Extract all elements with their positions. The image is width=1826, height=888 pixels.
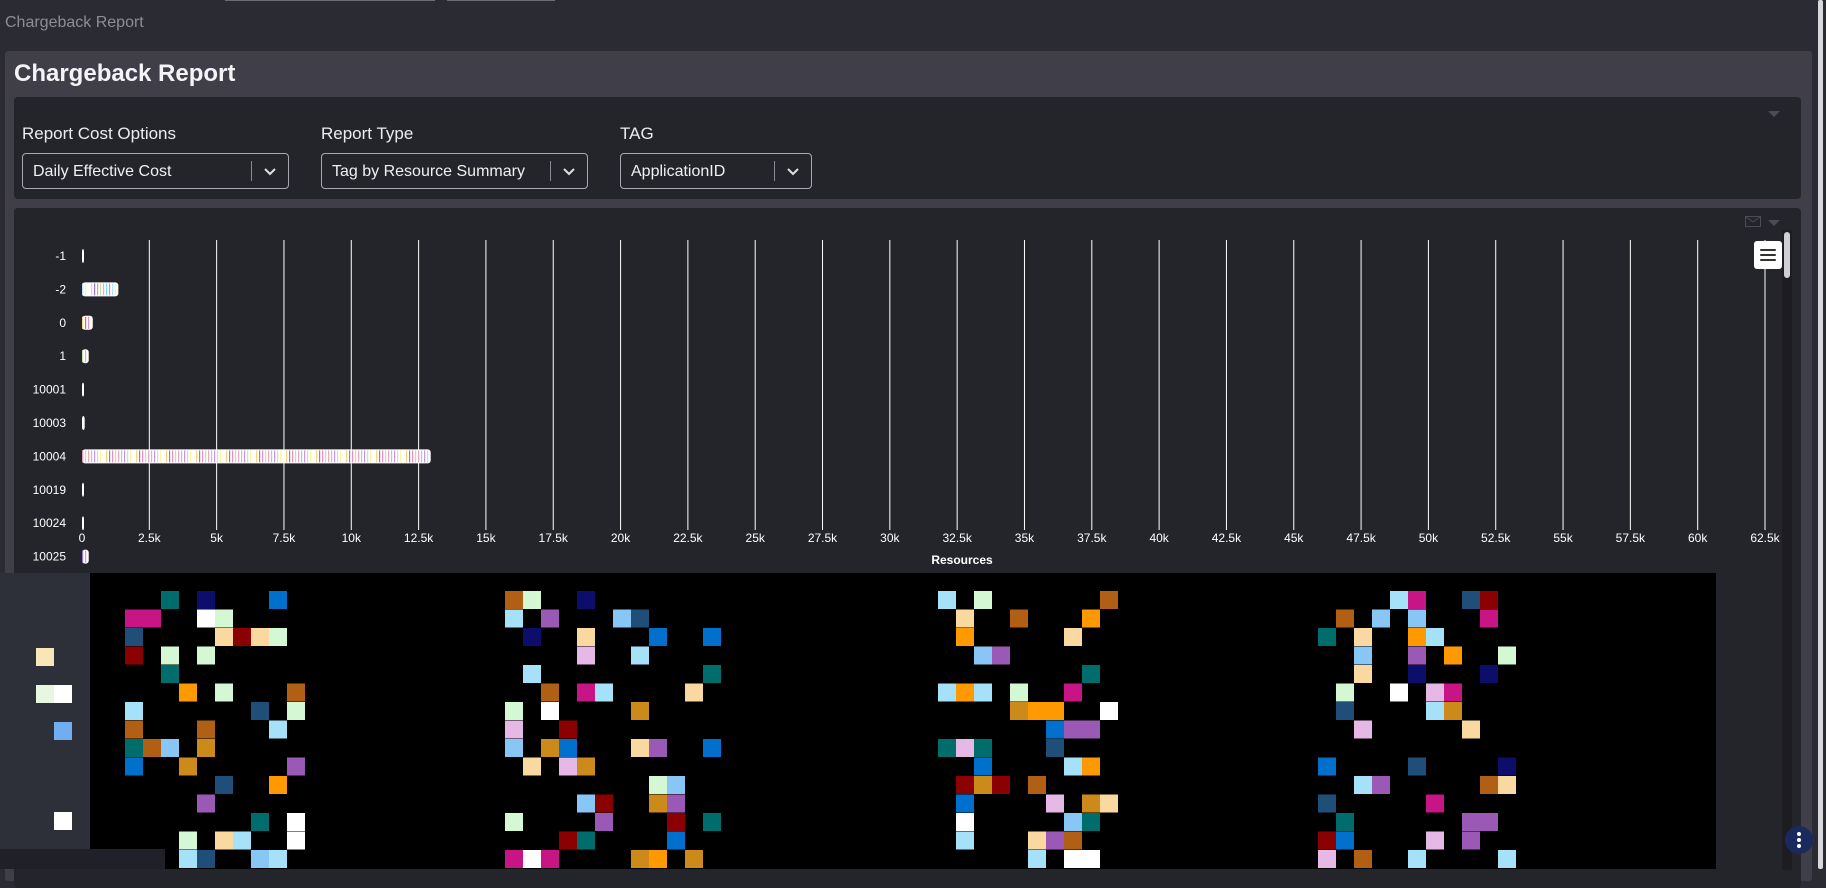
x-tick-label: 35k: [1015, 531, 1035, 545]
bar: [82, 382, 84, 397]
bar: [82, 249, 84, 263]
y-tick-label: 10004: [33, 449, 67, 463]
y-tick-label: -2: [55, 282, 66, 296]
x-tick-label: 25k: [746, 531, 766, 545]
x-tick-label: 32.5k: [942, 531, 972, 545]
bar: [82, 416, 85, 430]
bar: [82, 516, 84, 531]
x-tick-label: 55k: [1553, 531, 1573, 545]
scrollbar-thumb[interactable]: [1784, 232, 1790, 278]
bar: [82, 349, 89, 364]
bar: [82, 282, 119, 297]
x-tick-label: 60k: [1688, 531, 1708, 545]
x-tick-label: 47.5k: [1346, 531, 1376, 545]
x-axis-title: Resources: [931, 553, 993, 567]
x-tick-label: 42.5k: [1212, 531, 1242, 545]
x-tick-label: 2.5k: [138, 531, 162, 545]
x-tick-label: 7.5k: [273, 531, 297, 545]
y-tick-label: 1: [59, 349, 66, 363]
y-tick-label: 10024: [33, 516, 67, 530]
x-tick-label: 45k: [1284, 531, 1304, 545]
more-vertical-icon[interactable]: [1785, 826, 1813, 854]
bar: [82, 482, 84, 497]
x-tick-label: 40k: [1149, 531, 1169, 545]
chart-render-artifact: [0, 573, 1716, 869]
y-tick-label: 10019: [33, 483, 67, 497]
scrollbar-thumb[interactable]: [1818, 0, 1823, 869]
x-tick-label: 37.5k: [1077, 531, 1107, 545]
x-tick-label: 22.5k: [673, 531, 703, 545]
x-tick-label: 27.5k: [808, 531, 838, 545]
x-tick-label: 17.5k: [539, 531, 569, 545]
page-scrollbar[interactable]: [1815, 0, 1826, 869]
x-tick-label: 10k: [342, 531, 362, 545]
x-tick-label: 57.5k: [1616, 531, 1646, 545]
bar: [82, 449, 431, 464]
x-tick-label: 62.5k: [1750, 531, 1780, 545]
x-tick-label: 15k: [476, 531, 496, 545]
x-tick-label: 52.5k: [1481, 531, 1511, 545]
y-tick-label: -1: [55, 249, 66, 263]
x-tick-label: 30k: [880, 531, 900, 545]
y-tick-label: 0: [59, 316, 66, 330]
x-tick-label: 0: [79, 531, 86, 545]
bar: [82, 315, 93, 330]
chart-scrollbar[interactable]: [1782, 230, 1792, 870]
y-tick-label: 10025: [33, 550, 67, 564]
y-tick-label: 10001: [33, 383, 67, 397]
x-tick-label: 5k: [210, 531, 224, 545]
y-tick-label: 10003: [33, 416, 67, 430]
bar: [82, 549, 89, 564]
x-tick-label: 12.5k: [404, 531, 434, 545]
menu-icon[interactable]: [1754, 241, 1782, 269]
x-tick-label: 50k: [1419, 531, 1439, 545]
x-tick-label: 20k: [611, 531, 631, 545]
